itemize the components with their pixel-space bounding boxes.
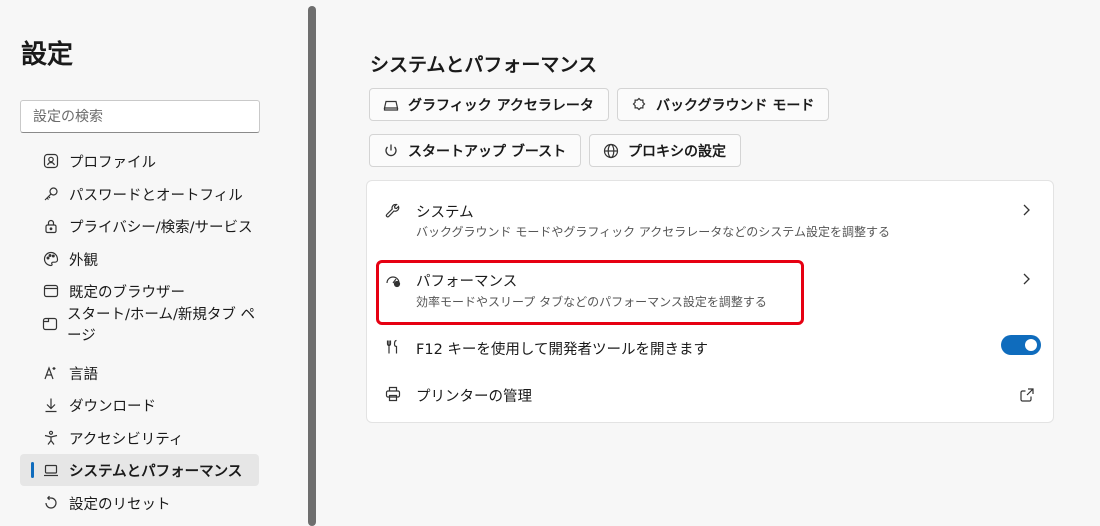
- printer-icon: [384, 385, 402, 403]
- system-row-title: システム: [416, 205, 474, 221]
- sidebar-item-label: 言語: [69, 366, 98, 383]
- performance-row[interactable]: パフォーマンス 効率モードやスリープ タブなどのパフォーマンス設定を調整する: [367, 261, 1055, 327]
- reset-icon: [42, 494, 60, 512]
- sidebar-item-label: アクセシビリティ: [69, 431, 184, 448]
- page-title: システムとパフォーマンス: [370, 54, 598, 76]
- graphics-accelerator-chip[interactable]: グラフィック アクセラレータ: [369, 88, 609, 121]
- chip-label: プロキシの設定: [628, 143, 726, 160]
- system-row-desc: バックグラウンド モードやグラフィック アクセラレータなどのシステム設定を調整す…: [416, 225, 890, 239]
- home-page-icon: [42, 315, 58, 333]
- background-mode-chip[interactable]: バックグラウンド モード: [617, 88, 829, 121]
- sidebar: 設定 プロファイル パスワードとオートフィル プライバシー/検索/サービス 外観: [0, 0, 308, 526]
- sidebar-item-label: プライバシー/検索/サービス: [69, 219, 253, 236]
- palette-icon: [42, 250, 60, 268]
- graphics-icon: [382, 96, 400, 114]
- sidebar-item-label: プロファイル: [69, 154, 156, 171]
- chip-label: グラフィック アクセラレータ: [408, 97, 594, 114]
- sidebar-item-system-performance[interactable]: システムとパフォーマンス: [20, 454, 259, 486]
- sidebar-item-appearance[interactable]: 外観: [20, 243, 259, 275]
- main-content: システムとパフォーマンス グラフィック アクセラレータ バックグラウンド モード…: [316, 0, 1100, 526]
- tools-icon: [384, 338, 402, 356]
- sidebar-item-downloads[interactable]: ダウンロード: [20, 389, 259, 421]
- wrench-icon: [384, 202, 402, 220]
- sidebar-item-label: パスワードとオートフィル: [69, 187, 243, 204]
- sidebar-item-label: 設定のリセット: [69, 496, 171, 513]
- globe-icon: [602, 142, 620, 160]
- chip-label: スタートアップ ブースト: [408, 143, 567, 160]
- download-icon: [42, 396, 60, 414]
- profile-icon: [42, 152, 60, 170]
- power-icon: [382, 142, 400, 160]
- sidebar-item-privacy[interactable]: プライバシー/検索/サービス: [20, 210, 259, 242]
- sidebar-item-languages[interactable]: 言語: [20, 357, 259, 389]
- key-icon: [42, 185, 60, 203]
- chevron-right-icon: [1019, 272, 1033, 286]
- browser-icon: [42, 282, 60, 300]
- printer-row[interactable]: プリンターの管理: [367, 375, 1055, 415]
- toggle-knob: [1025, 339, 1037, 351]
- speedometer-icon: [384, 271, 402, 289]
- proxy-settings-chip[interactable]: プロキシの設定: [589, 134, 741, 167]
- settings-card: システム バックグラウンド モードやグラフィック アクセラレータなどのシステム設…: [366, 180, 1054, 423]
- devtools-row: F12 キーを使用して開発者ツールを開きます: [367, 327, 1055, 367]
- chevron-right-icon: [1019, 203, 1033, 217]
- accessibility-icon: [42, 429, 60, 447]
- sidebar-item-label: 外観: [69, 252, 98, 269]
- performance-row-title: パフォーマンス: [416, 274, 518, 290]
- sidebar-item-accessibility[interactable]: アクセシビリティ: [20, 422, 259, 454]
- sidebar-item-passwords[interactable]: パスワードとオートフィル: [20, 178, 259, 210]
- devtools-toggle[interactable]: [1001, 335, 1041, 355]
- sidebar-item-profile[interactable]: プロファイル: [20, 145, 259, 177]
- startup-boost-chip[interactable]: スタートアップ ブースト: [369, 134, 581, 167]
- background-icon: [630, 96, 648, 114]
- settings-search-input[interactable]: [20, 100, 260, 133]
- devtools-row-title: F12 キーを使用して開発者ツールを開きます: [416, 342, 708, 358]
- external-link-icon: [1019, 387, 1035, 403]
- chip-label: バックグラウンド モード: [656, 97, 815, 114]
- laptop-icon: [42, 461, 60, 479]
- sidebar-item-label: ダウンロード: [69, 398, 156, 415]
- sidebar-item-label: スタート/ホーム/新規タブ ページ: [67, 307, 255, 344]
- lock-icon: [42, 217, 60, 235]
- sidebar-item-label: 既定のブラウザー: [69, 284, 185, 301]
- sidebar-item-reset[interactable]: 設定のリセット: [20, 487, 259, 519]
- system-row[interactable]: システム バックグラウンド モードやグラフィック アクセラレータなどのシステム設…: [367, 181, 1055, 247]
- printer-row-title: プリンターの管理: [416, 389, 532, 405]
- sidebar-item-start-home[interactable]: スタート/ホーム/新規タブ ページ: [20, 307, 259, 344]
- language-icon: [42, 364, 60, 382]
- sidebar-scrollbar[interactable]: [308, 6, 316, 526]
- sidebar-item-label: システムとパフォーマンス: [69, 463, 243, 480]
- sidebar-title: 設定: [21, 40, 74, 70]
- performance-row-desc: 効率モードやスリープ タブなどのパフォーマンス設定を調整する: [416, 295, 767, 309]
